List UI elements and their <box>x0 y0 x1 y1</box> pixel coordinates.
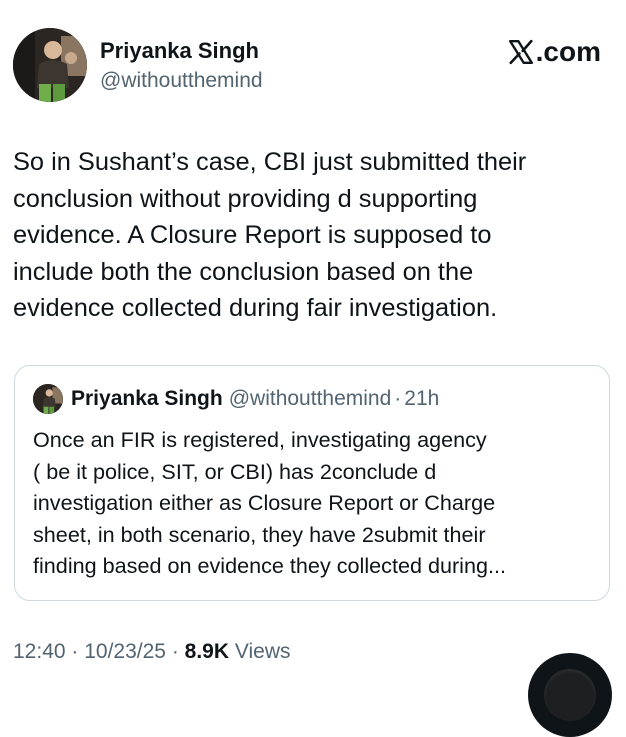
quoted-author-name[interactable]: Priyanka Singh <box>71 387 223 411</box>
post-time[interactable]: 12:40 <box>13 640 66 663</box>
quoted-tweet[interactable]: Priyanka Singh @withoutthemind · 21h Onc… <box>14 365 610 601</box>
quoted-tweet-text: Once an FIR is registered, investigating… <box>33 424 603 582</box>
separator-dot: · <box>394 387 402 410</box>
tweet-meta: 12:40 · 10/23/25 · 8.9K Views <box>13 640 291 664</box>
meta-separator: · <box>165 640 185 663</box>
tweet-line: evidence. A Closure Report is supposed t… <box>13 221 492 249</box>
quoted-avatar[interactable] <box>33 384 63 414</box>
quoted-line: Once an FIR is registered, investigating… <box>33 427 487 452</box>
avatar-photo <box>13 28 87 102</box>
quoted-author-handle[interactable]: @withoutthemind <box>229 387 392 411</box>
views-label: Views <box>229 640 291 663</box>
tweet-line: So in Sushant’s case, CBI just submitted… <box>13 148 527 176</box>
meta-separator: · <box>65 640 85 663</box>
quoted-line: finding based on evidence they collected… <box>33 553 506 579</box>
tweet-line: conclusion without providing d supportin… <box>13 184 478 213</box>
quoted-line: investigation either as Closure Report o… <box>33 490 496 516</box>
quoted-timestamp[interactable]: 21h <box>404 387 439 411</box>
floating-record-button[interactable] <box>528 653 612 737</box>
tweet-header: Priyanka Singh @withoutthemind .com <box>0 0 626 110</box>
author-handle[interactable]: @withoutthemind <box>100 69 263 93</box>
post-date[interactable]: 10/23/25 <box>84 640 166 663</box>
quoted-tweet-header: Priyanka Singh @withoutthemind · 21h <box>33 384 439 414</box>
author-name[interactable]: Priyanka Singh <box>100 38 259 64</box>
avatar[interactable] <box>13 28 87 102</box>
x-logo-icon <box>508 39 533 65</box>
tweet-line: evidence collected during fair investiga… <box>13 294 498 322</box>
tweet-text: So in Sushant’s case, CBI just submitted… <box>13 144 609 327</box>
x-brand: .com <box>508 36 601 68</box>
views-count[interactable]: 8.9K <box>185 640 229 663</box>
avatar-photo <box>33 384 63 414</box>
brand-label: .com <box>535 36 601 67</box>
quoted-line: ( be it police, SIT, or CBI) has 2conclu… <box>33 458 437 484</box>
quoted-line: sheet, in both scenario, they have 2subm… <box>33 521 486 547</box>
tweet-line: include both the conclusion based on the <box>13 257 474 286</box>
